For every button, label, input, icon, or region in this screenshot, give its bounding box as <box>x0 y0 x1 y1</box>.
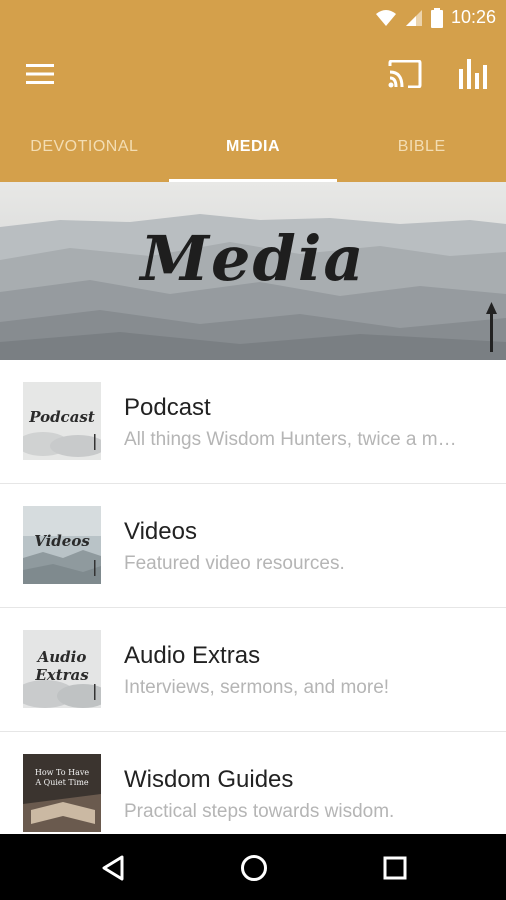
item-title: Wisdom Guides <box>124 766 294 793</box>
thumbnail-label: How To Have A Quiet Time <box>34 768 90 787</box>
menu-button[interactable] <box>22 58 58 90</box>
tab-devotional[interactable]: DEVOTIONAL <box>0 112 169 182</box>
wifi-icon <box>375 9 396 26</box>
recents-button[interactable] <box>378 851 412 885</box>
item-subtitle: Interviews, sermons, and more! <box>124 677 390 698</box>
item-title: Audio Extras <box>124 642 261 669</box>
wisdom-guides-thumbnail: How To Have A Quiet Time <box>23 754 101 832</box>
item-title: Podcast <box>124 394 211 421</box>
stats-button[interactable] <box>456 56 490 92</box>
status-time: 10:26 <box>450 7 496 27</box>
tab-bible[interactable]: BIBLE <box>337 112 506 182</box>
status-icons: 10:26 <box>375 7 496 28</box>
tab-label: DEVOTIONAL <box>30 138 139 155</box>
back-button[interactable] <box>96 851 130 885</box>
recents-icon <box>383 856 407 880</box>
home-icon <box>241 855 267 881</box>
tab-label: MEDIA <box>225 138 281 155</box>
thumbnail-label: Audio Extras <box>35 648 89 684</box>
cast-button[interactable] <box>386 56 424 92</box>
media-list: Podcast Podcast All things Wisdom Hunter… <box>0 360 506 856</box>
item-subtitle: Practical steps towards wisdom. <box>124 801 395 822</box>
thumbnail-label: Videos <box>34 532 90 550</box>
videos-thumbnail: Videos <box>23 506 101 584</box>
item-subtitle: Featured video resources. <box>124 553 345 574</box>
app-bar <box>0 36 506 112</box>
item-subtitle: All things Wisdom Hunters, twice a m… <box>124 429 457 450</box>
list-item-podcast[interactable]: Podcast Podcast All things Wisdom Hunter… <box>0 360 506 484</box>
home-button[interactable] <box>236 850 272 886</box>
signal-icon <box>405 9 422 26</box>
back-icon <box>102 855 124 881</box>
podcast-thumbnail: Podcast <box>23 382 101 460</box>
menu-icon <box>26 64 54 84</box>
battery-icon <box>430 7 443 28</box>
stats-icon <box>459 59 487 89</box>
banner-title: Media <box>140 222 366 295</box>
navigation-bar <box>0 834 506 900</box>
status-bar: 10:26 <box>0 0 506 36</box>
thumbnail-label: Podcast <box>29 408 95 426</box>
item-title: Videos <box>124 518 197 545</box>
list-item-audio-extras[interactable]: Audio Extras Audio Extras Interviews, se… <box>0 608 506 732</box>
list-item-videos[interactable]: Videos Videos Featured video resources. <box>0 484 506 608</box>
cast-icon <box>388 60 422 88</box>
audio-extras-thumbnail: Audio Extras <box>23 630 101 708</box>
tab-media[interactable]: MEDIA <box>168 112 338 182</box>
media-banner: Media <box>0 182 506 360</box>
tab-label: BIBLE <box>397 138 446 155</box>
tab-bar: DEVOTIONAL MEDIA BIBLE <box>0 112 506 182</box>
